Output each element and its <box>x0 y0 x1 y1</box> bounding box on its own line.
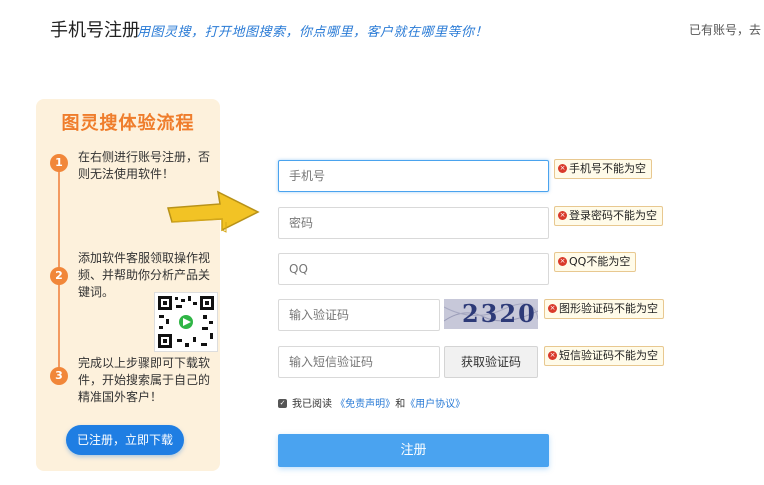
user-agreement-link[interactable]: 《用户协议》 <box>405 399 465 410</box>
step-1-number: 1 <box>50 154 68 172</box>
sms-error: × 短信验证码不能为空 <box>544 346 664 366</box>
error-icon: × <box>558 163 567 173</box>
step-3-number: 3 <box>50 367 68 385</box>
agreement-row: ✓ 我已阅读 《免责声明》和《用户协议》 <box>278 395 465 410</box>
captcha-code: 2320 <box>462 299 537 328</box>
qq-error: × QQ不能为空 <box>554 252 637 272</box>
arrow-right-icon <box>167 190 260 233</box>
register-button[interactable]: 注册 <box>278 434 549 467</box>
agreement-checkbox[interactable]: ✓ <box>278 398 287 408</box>
captcha-image[interactable]: 2320 <box>444 299 538 329</box>
error-icon: × <box>558 210 567 220</box>
disclaimer-link[interactable]: 《免责声明》 <box>335 399 395 410</box>
agreement-and: 和 <box>395 399 406 410</box>
page-title: 手机号注册 <box>50 20 140 41</box>
step-2-number: 2 <box>50 267 68 285</box>
phone-input[interactable]: 手机号 <box>278 160 549 192</box>
captcha-input[interactable]: 输入验证码 <box>278 299 440 331</box>
password-input[interactable]: 密码 <box>278 207 549 239</box>
login-link[interactable]: 已有账号，去 <box>689 21 764 38</box>
agreement-prefix: 我已阅读 <box>292 399 332 410</box>
step-1-text: 在右侧进行账号注册，否则无法使用软件！ <box>78 150 211 181</box>
password-error: × 登录密码不能为空 <box>554 206 663 226</box>
sms-code-input[interactable]: 输入短信验证码 <box>278 346 440 378</box>
get-sms-code-button[interactable]: 获取验证码 <box>444 346 538 378</box>
phone-error: × 手机号不能为空 <box>554 159 652 179</box>
qr-code-icon <box>154 292 218 352</box>
error-icon: × <box>558 256 567 266</box>
step-3-text: 完成以上步骤即可下载软件，开始搜索属于自己的精准国外客户！ <box>78 356 211 404</box>
guide-panel: 图灵搜体验流程 1 在右侧进行账号注册，否则无法使用软件！ 2 添加软件客服领取… <box>36 99 220 471</box>
error-icon: × <box>548 350 557 360</box>
captcha-error: × 图形验证码不能为空 <box>544 299 664 319</box>
error-icon: × <box>548 303 557 313</box>
qq-input[interactable]: QQ <box>278 253 549 285</box>
slogan: 用图灵搜，打开地图搜索，你点哪里，客户就在哪里等你！ <box>137 25 489 40</box>
guide-title: 图灵搜体验流程 <box>61 113 195 134</box>
download-button[interactable]: 已注册，立即下载 <box>66 425 184 455</box>
